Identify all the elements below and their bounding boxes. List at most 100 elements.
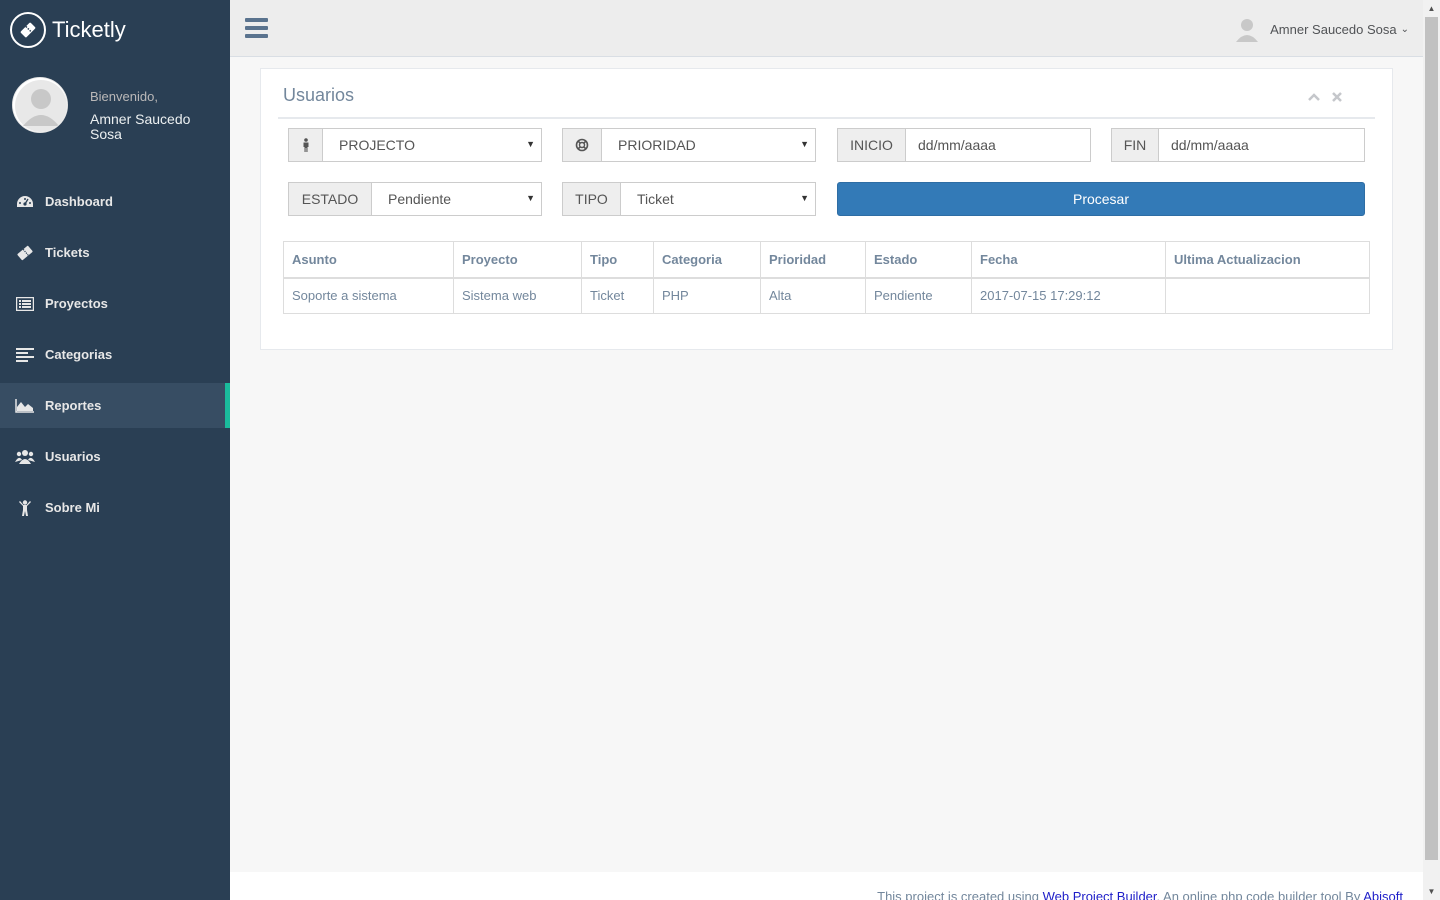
column-header[interactable]: Categoria: [653, 241, 761, 279]
sidebar-item-label: Reportes: [45, 398, 102, 413]
prioridad-select[interactable]: PRIORIDAD ▼: [602, 129, 815, 161]
table-header-row: Asunto Proyecto Tipo Categoria Prioridad…: [283, 241, 1370, 279]
prioridad-select-value: PRIORIDAD: [618, 137, 696, 153]
profile-name: Amner Saucedo Sosa: [90, 111, 191, 142]
column-header[interactable]: Prioridad: [760, 241, 866, 279]
estado-label: ESTADO: [289, 183, 372, 215]
dropdown-arrow-icon: ▼: [526, 139, 535, 149]
column-header[interactable]: Asunto: [283, 241, 454, 279]
estado-select-value: Pendiente: [388, 191, 452, 207]
welcome-text: Bienvenido,: [90, 89, 158, 104]
footer-middle: . An online php code builder tool By: [1156, 889, 1364, 900]
sidebar-item-usuarios[interactable]: Usuarios: [0, 434, 230, 479]
child-icon: [15, 499, 35, 516]
sidebar-item-label: Sobre Mi: [45, 500, 100, 515]
table-cell: Ticket: [581, 277, 654, 314]
side-menu: Dashboard Tickets Proyectos Categorias R…: [0, 179, 230, 536]
dashboard-icon: [15, 194, 35, 210]
estado-select[interactable]: Pendiente ▼: [372, 183, 541, 215]
page-scrollbar[interactable]: ▲ ▼: [1423, 0, 1440, 900]
report-table: Asunto Proyecto Tipo Categoria Prioridad…: [283, 241, 1370, 314]
table-cell: Alta: [760, 277, 866, 314]
panel-title: Usuarios: [283, 85, 355, 105]
sidebar-item-categorias[interactable]: Categorias: [0, 332, 230, 377]
scroll-thumb[interactable]: [1425, 17, 1438, 860]
procesar-button[interactable]: Procesar: [837, 182, 1365, 216]
user-dropdown[interactable]: Amner Saucedo Sosa ⌄: [1234, 16, 1409, 42]
tipo-select-value: Ticket: [637, 191, 674, 207]
estado-select-group: ESTADO Pendiente ▼: [288, 182, 542, 216]
table-cell: [1165, 277, 1370, 314]
fin-placeholder: dd/mm/aaaa: [1171, 137, 1249, 153]
chevron-down-icon: ⌄: [1400, 23, 1409, 35]
sidebar-item-label: Usuarios: [45, 449, 101, 464]
table-cell: 2017-07-15 17:29:12: [971, 277, 1166, 314]
divider: [278, 117, 1375, 119]
column-header[interactable]: Estado: [865, 241, 972, 279]
fin-label: FIN: [1112, 129, 1159, 161]
sidebar-item-label: Proyectos: [45, 296, 108, 311]
user-name: Amner Saucedo Sosa: [1270, 21, 1397, 37]
top-nav: Amner Saucedo Sosa ⌄: [230, 0, 1423, 57]
sidebar-item-dashboard[interactable]: Dashboard: [0, 179, 230, 224]
prioridad-select-group: PRIORIDAD ▼: [562, 128, 816, 162]
sidebar-item-tickets[interactable]: Tickets: [0, 230, 230, 275]
dropdown-arrow-icon: ▼: [800, 193, 809, 203]
align-left-icon: [15, 347, 35, 363]
brand-title: Ticketly: [52, 17, 126, 42]
web-project-builder-link[interactable]: Web Project Builder: [1043, 889, 1157, 900]
table-cell: Soporte a sistema: [283, 277, 454, 314]
tipo-select[interactable]: Ticket ▼: [621, 183, 815, 215]
sidebar-item-label: Categorias: [45, 347, 113, 362]
sidebar-item-label: Dashboard: [45, 194, 113, 209]
sidebar-item-label: Tickets: [45, 245, 90, 260]
column-header[interactable]: Proyecto: [453, 241, 582, 279]
table-cell: PHP: [653, 277, 761, 314]
tipo-select-group: TIPO Ticket ▼: [562, 182, 816, 216]
tipo-label: TIPO: [563, 183, 621, 215]
footer-prefix: This project is created using: [877, 889, 1043, 900]
report-panel: Usuarios PROJECTO ▼ PRIORIDAD ▼ INICIO d…: [260, 68, 1393, 350]
table-cell: Sistema web: [453, 277, 582, 314]
proyecto-select-group: PROJECTO ▼: [288, 128, 542, 162]
inicio-placeholder: dd/mm/aaaa: [918, 137, 996, 153]
proyecto-select[interactable]: PROJECTO ▼: [323, 129, 541, 161]
sidebar: Ticketly Bienvenido, Amner Saucedo Sosa …: [0, 0, 230, 900]
sidebar-item-sobre-mi[interactable]: Sobre Mi: [0, 485, 230, 530]
column-header[interactable]: Tipo: [581, 241, 654, 279]
dropdown-arrow-icon: ▼: [526, 193, 535, 203]
male-icon: [289, 129, 323, 161]
menu-toggle-icon[interactable]: [245, 18, 268, 38]
proyecto-select-value: PROJECTO: [339, 137, 415, 153]
avatar: [12, 77, 68, 133]
inicio-date-input[interactable]: dd/mm/aaaa: [906, 129, 1090, 161]
ticket-icon: [15, 245, 35, 261]
sidebar-item-reportes[interactable]: Reportes: [0, 383, 230, 428]
footer: This project is created using Web Projec…: [230, 872, 1423, 900]
user-avatar: [1234, 16, 1260, 42]
profile: Bienvenido, Amner Saucedo Sosa: [12, 77, 222, 147]
list-icon: [15, 296, 35, 312]
inicio-date-group: INICIO dd/mm/aaaa: [837, 128, 1091, 162]
area-chart-icon: [15, 398, 35, 414]
close-icon[interactable]: [1332, 89, 1342, 105]
inicio-label: INICIO: [838, 129, 906, 161]
fin-date-group: FIN dd/mm/aaaa: [1111, 128, 1365, 162]
table-cell: Pendiente: [865, 277, 972, 314]
column-header[interactable]: Ultima Actualizacion: [1165, 241, 1370, 279]
dropdown-arrow-icon: ▼: [800, 139, 809, 149]
scroll-up-icon[interactable]: ▲: [1423, 0, 1440, 17]
table-row: Soporte a sistema Sistema web Ticket PHP…: [283, 277, 1370, 314]
abisoft-link[interactable]: Abisoft: [1363, 889, 1403, 900]
collapse-icon[interactable]: [1308, 89, 1320, 105]
footer-text: This project is created using Web Projec…: [877, 889, 1403, 900]
life-ring-icon: [563, 129, 602, 161]
column-header[interactable]: Fecha: [971, 241, 1166, 279]
ticket-logo-icon: [10, 12, 46, 48]
users-icon: [15, 449, 35, 465]
brand[interactable]: Ticketly: [10, 12, 126, 48]
panel-tools: [1308, 89, 1342, 105]
fin-date-input[interactable]: dd/mm/aaaa: [1159, 129, 1364, 161]
scroll-down-icon[interactable]: ▼: [1423, 883, 1440, 900]
sidebar-item-proyectos[interactable]: Proyectos: [0, 281, 230, 326]
